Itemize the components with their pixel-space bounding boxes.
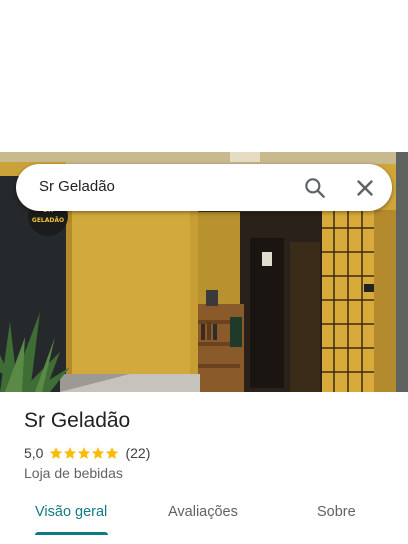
sign-text-2: GELADÃO xyxy=(32,217,64,224)
star-icon xyxy=(64,447,77,459)
review-count[interactable]: (22) xyxy=(125,445,150,461)
star-icon xyxy=(92,447,105,459)
search-icon[interactable] xyxy=(302,175,328,201)
star-icon xyxy=(106,447,119,459)
tab-reviews[interactable]: Avaliações xyxy=(168,504,238,520)
star-icon xyxy=(50,447,63,459)
close-icon[interactable] xyxy=(352,175,378,201)
map-blank-area xyxy=(0,0,408,152)
rating-stars xyxy=(49,446,119,460)
search-input[interactable]: Sr Geladão xyxy=(39,178,115,195)
star-icon xyxy=(78,447,91,459)
place-tabs: Visão geral Avaliações Sobre xyxy=(0,496,408,544)
rating-row[interactable]: 5,0 (22) xyxy=(24,444,150,462)
search-bar[interactable]: Sr Geladão xyxy=(16,164,392,211)
tab-about[interactable]: Sobre xyxy=(317,504,356,520)
rating-value: 5,0 xyxy=(24,445,44,461)
tab-overview[interactable]: Visão geral xyxy=(35,504,107,520)
active-tab-indicator xyxy=(35,532,108,535)
place-title: Sr Geladão xyxy=(24,409,131,432)
place-category: Loja de bebidas xyxy=(24,465,123,481)
